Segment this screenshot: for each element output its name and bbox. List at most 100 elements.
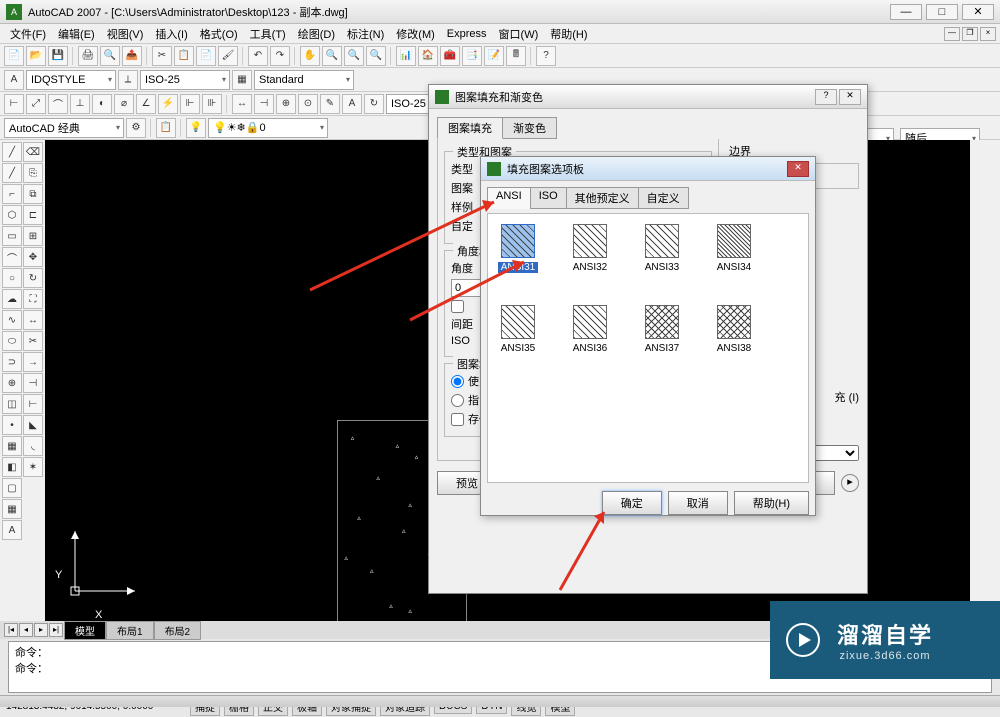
palette-tab-ansi[interactable]: ANSI [487, 187, 531, 209]
dim-radius-icon[interactable]: ◐ [92, 94, 112, 114]
dim-break-icon[interactable]: ⊣ [254, 94, 274, 114]
pattern-ansi35[interactable]: ANSI35 [498, 305, 538, 354]
tab-first[interactable]: |◂ [4, 623, 18, 637]
dim-ord-icon[interactable]: ⊥ [70, 94, 90, 114]
rectangle-icon[interactable]: ▭ [2, 226, 22, 246]
palette-tab-iso[interactable]: ISO [530, 187, 567, 209]
workspace-combo[interactable]: AutoCAD 经典 [4, 118, 124, 138]
hatch-icon[interactable]: ▦ [2, 436, 22, 456]
origin-current[interactable] [451, 375, 464, 388]
tab-layout2[interactable]: 布局2 [154, 621, 202, 640]
palette-close-button[interactable]: ✕ [787, 161, 809, 177]
toolpalette-icon[interactable]: 🧰 [440, 46, 460, 66]
table-icon[interactable]: ▦ [2, 499, 22, 519]
menu-tools[interactable]: 工具(T) [244, 26, 292, 42]
zoom-icon[interactable]: 🔍 [322, 46, 342, 66]
menu-dimension[interactable]: 标注(N) [341, 26, 390, 42]
pattern-ansi31[interactable]: ANSI31 [498, 224, 538, 273]
menu-view[interactable]: 视图(V) [101, 26, 150, 42]
fillet-icon[interactable]: ◟ [23, 436, 43, 456]
maximize-button[interactable]: □ [926, 4, 958, 20]
save-icon[interactable]: 💾 [48, 46, 68, 66]
gradient-icon[interactable]: ◧ [2, 457, 22, 477]
designcenter-icon[interactable]: 🏠 [418, 46, 438, 66]
menu-file[interactable]: 文件(F) [4, 26, 52, 42]
menu-insert[interactable]: 插入(I) [149, 26, 193, 42]
origin-specify[interactable] [451, 394, 464, 407]
mirror-icon[interactable]: ⧉ [23, 184, 43, 204]
pattern-ansi37[interactable]: ANSI37 [642, 305, 682, 354]
tolerance-icon[interactable]: ⊕ [276, 94, 296, 114]
stretch-icon[interactable]: ↔ [23, 310, 43, 330]
markup-icon[interactable]: 📝 [484, 46, 504, 66]
trim-icon[interactable]: ✂ [23, 331, 43, 351]
polygon-icon[interactable]: ⬡ [2, 205, 22, 225]
calc-icon[interactable]: 🖩 [506, 46, 526, 66]
pattern-ansi33[interactable]: ANSI33 [642, 224, 682, 273]
palette-titlebar[interactable]: 填充图案选项板 ✕ [481, 157, 815, 181]
hatch-tab-gradient[interactable]: 渐变色 [502, 117, 557, 139]
centermark-icon[interactable]: ⊙ [298, 94, 318, 114]
ellipse-icon[interactable]: ⬭ [2, 331, 22, 351]
paste-icon[interactable]: 📄 [196, 46, 216, 66]
dim-arc-icon[interactable]: ⌒ [48, 94, 68, 114]
preview-icon[interactable]: 🔍 [100, 46, 120, 66]
dim-icon[interactable]: ⟂ [118, 70, 138, 90]
block-icon[interactable]: ◫ [2, 394, 22, 414]
close-button[interactable]: ✕ [962, 4, 994, 20]
tab-model[interactable]: 模型 [64, 621, 106, 640]
sheetset-icon[interactable]: 📑 [462, 46, 482, 66]
menu-window[interactable]: 窗口(W) [493, 26, 545, 42]
help-icon[interactable]: ? [536, 46, 556, 66]
matchprop-icon[interactable]: 🖌 [218, 46, 238, 66]
circle-icon[interactable]: ○ [2, 268, 22, 288]
region-icon[interactable]: ▢ [2, 478, 22, 498]
tablestyle-combo[interactable]: Standard [254, 70, 354, 90]
palette-ok-button[interactable]: 确定 [602, 491, 662, 515]
redo-icon[interactable]: ↷ [270, 46, 290, 66]
dim-linear-icon[interactable]: ⊢ [4, 94, 24, 114]
array-icon[interactable]: ⊞ [23, 226, 43, 246]
dim-continue-icon[interactable]: ⊪ [202, 94, 222, 114]
zoom-window-icon[interactable]: 🔍 [344, 46, 364, 66]
spline-icon[interactable]: ∿ [2, 310, 22, 330]
polyline-icon[interactable]: ⌐ [2, 184, 22, 204]
dim-edit-icon[interactable]: ✎ [320, 94, 340, 114]
dimstyle-combo[interactable]: IDQSTYLE [26, 70, 116, 90]
zoom-prev-icon[interactable]: 🔍 [366, 46, 386, 66]
child-minimize[interactable]: — [944, 27, 960, 41]
dim-quick-icon[interactable]: ⚡ [158, 94, 178, 114]
layer-state-icon[interactable]: 💡 [186, 118, 206, 138]
iso-combo[interactable]: ISO-25 [140, 70, 230, 90]
palette-tab-other[interactable]: 其他预定义 [566, 187, 639, 209]
undo-icon[interactable]: ↶ [248, 46, 268, 66]
hatch-tab-fill[interactable]: 图案填充 [437, 117, 503, 139]
tab-last[interactable]: ▸| [49, 623, 63, 637]
layer-combo[interactable]: 💡☀❄🔒 0 [208, 118, 328, 138]
menu-help[interactable]: 帮助(H) [544, 26, 593, 42]
layer-props-icon[interactable]: 📋 [156, 118, 176, 138]
point-icon[interactable]: • [2, 415, 22, 435]
cut-icon[interactable]: ✂ [152, 46, 172, 66]
pattern-ansi38[interactable]: ANSI38 [714, 305, 754, 354]
offset-icon[interactable]: ⊏ [23, 205, 43, 225]
palette-tab-custom[interactable]: 自定义 [638, 187, 689, 209]
dim-diameter-icon[interactable]: ⌀ [114, 94, 134, 114]
insert-icon[interactable]: ⊕ [2, 373, 22, 393]
arc-icon[interactable]: ⌒ [2, 247, 22, 267]
copy-icon[interactable]: 📋 [174, 46, 194, 66]
child-close[interactable]: × [980, 27, 996, 41]
extend-icon[interactable]: → [23, 352, 43, 372]
minimize-button[interactable]: — [890, 4, 922, 20]
tab-layout1[interactable]: 布局1 [106, 621, 154, 640]
dim-angular-icon[interactable]: ∠ [136, 94, 156, 114]
dim-aligned-icon[interactable]: ⤢ [26, 94, 46, 114]
chamfer-icon[interactable]: ◣ [23, 415, 43, 435]
plot-icon[interactable]: 🖨 [78, 46, 98, 66]
child-restore[interactable]: ❐ [962, 27, 978, 41]
properties-icon[interactable]: 📊 [396, 46, 416, 66]
dim-tedit-icon[interactable]: A [342, 94, 362, 114]
palette-cancel-button[interactable]: 取消 [668, 491, 728, 515]
tab-prev[interactable]: ◂ [19, 623, 33, 637]
explode-icon[interactable]: ✶ [23, 457, 43, 477]
